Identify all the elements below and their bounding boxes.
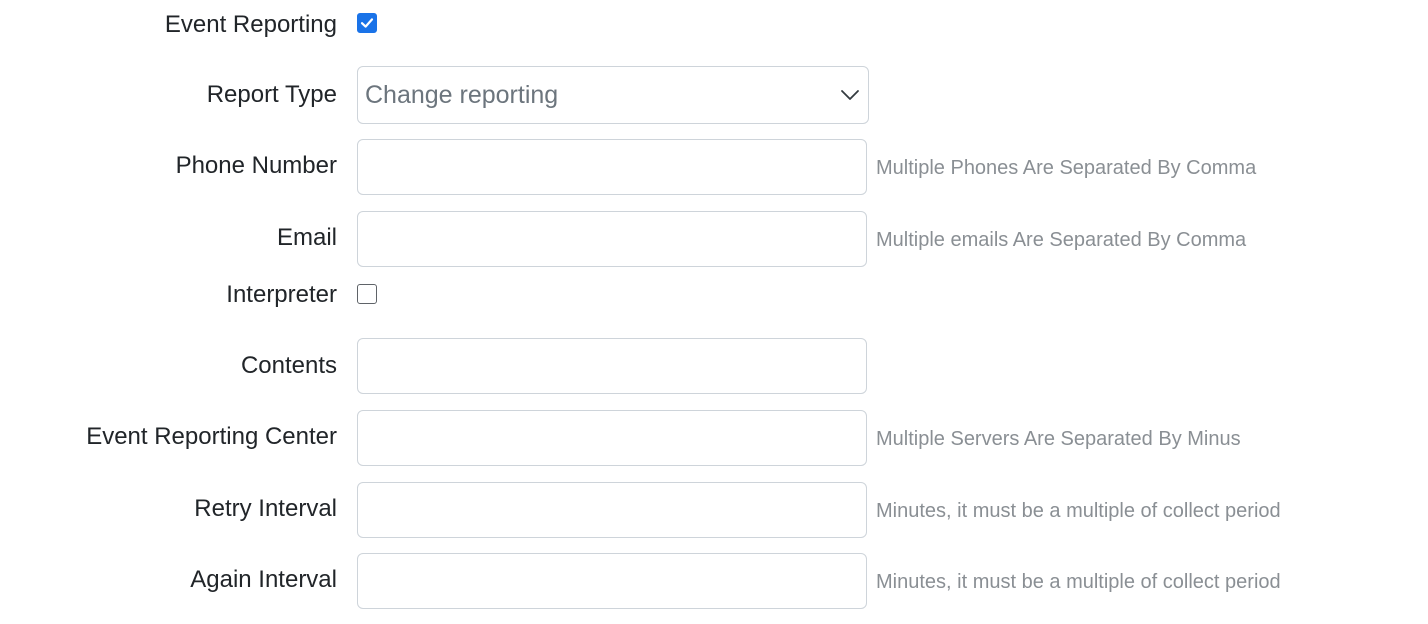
retry-interval-input[interactable] — [357, 482, 867, 538]
event-reporting-center-hint: Multiple Servers Are Separated By Minus — [876, 428, 1241, 450]
again-interval-input[interactable] — [357, 553, 867, 609]
contents-input[interactable] — [357, 338, 867, 394]
phone-number-input[interactable] — [357, 139, 867, 195]
again-interval-hint: Minutes, it must be a multiple of collec… — [876, 571, 1281, 593]
event-reporting-center-input[interactable] — [357, 410, 867, 466]
retry-interval-label: Retry Interval — [194, 495, 337, 522]
email-hint: Multiple emails Are Separated By Comma — [876, 229, 1247, 251]
row-interpreter: Interpreter — [0, 0, 1428, 308]
retry-interval-hint: Minutes, it must be a multiple of collec… — [876, 500, 1281, 522]
phone-number-label: Phone Number — [175, 152, 337, 179]
interpreter-label: Interpreter — [226, 281, 337, 308]
event-reporting-center-label: Event Reporting Center — [86, 423, 337, 450]
report-type-selected-value: Change reporting — [365, 81, 559, 109]
phone-number-hint: Multiple Phones Are Separated By Comma — [876, 157, 1257, 179]
interpreter-checkbox[interactable] — [357, 284, 377, 304]
email-label: Email — [276, 224, 337, 251]
contents-label: Contents — [240, 352, 337, 379]
email-input[interactable] — [357, 211, 867, 267]
report-type-select[interactable]: Change reporting — [357, 66, 869, 124]
chevron-down-icon — [841, 90, 859, 100]
again-interval-label: Again Interval — [190, 566, 337, 593]
report-type-label: Report Type — [206, 81, 337, 108]
